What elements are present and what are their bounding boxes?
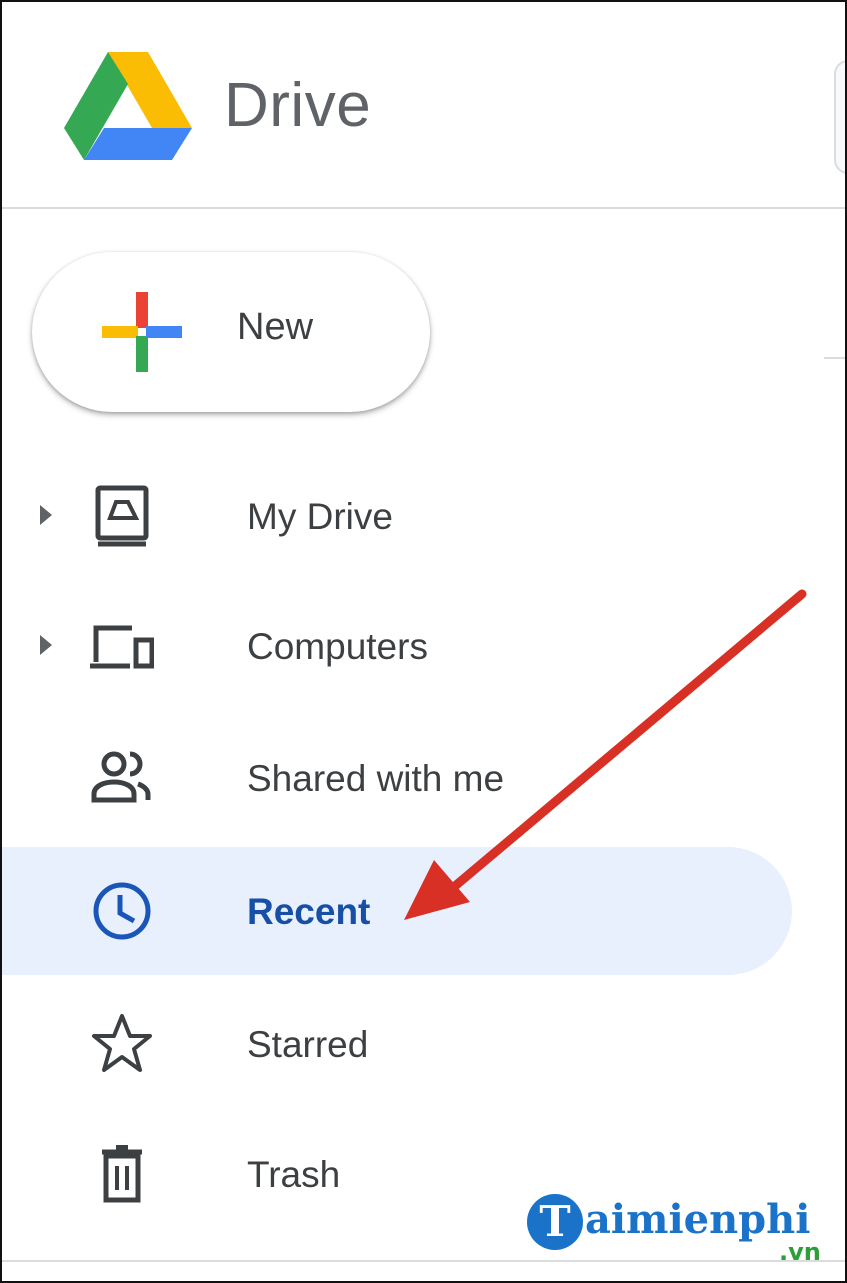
clock-icon [93, 882, 151, 940]
watermark-logo: T aimienphi .vn [527, 1192, 837, 1272]
sidebar-item-label: Recent [247, 891, 371, 932]
trash-icon [102, 1145, 142, 1203]
sidebar-item-my-drive[interactable]: My Drive [2, 452, 792, 580]
my-drive-icon [95, 485, 149, 547]
sidebar-item-label: Trash [247, 1154, 341, 1195]
new-button-label: New [237, 306, 314, 348]
expand-arrow-icon[interactable] [40, 505, 52, 525]
sidebar-item-label: My Drive [247, 496, 393, 537]
sidebar-item-shared-with-me[interactable]: Shared with me [2, 714, 792, 842]
colorful-plus-icon [102, 292, 182, 372]
new-button[interactable]: New [32, 252, 430, 412]
watermark-suffix: .vn [779, 1238, 821, 1266]
sidebar-item-starred[interactable]: Starred [2, 980, 792, 1108]
star-icon [92, 1014, 152, 1072]
google-drive-logo[interactable] [64, 52, 192, 160]
watermark-text: aimienphi [585, 1196, 811, 1243]
drive-sidebar-window: Drive New My Drive Computers Shared with… [0, 0, 847, 1283]
sidebar-item-recent[interactable]: Recent [2, 847, 792, 975]
shared-with-me-icon [91, 751, 151, 803]
sidebar-item-label: Computers [247, 626, 428, 667]
computers-icon [90, 625, 154, 669]
sidebar-item-label: Shared with me [247, 758, 505, 799]
app-title: Drive [224, 71, 372, 140]
app-header: Drive [2, 2, 845, 209]
expand-arrow-icon[interactable] [40, 635, 52, 655]
divider [824, 357, 845, 359]
watermark-initial: T [527, 1194, 583, 1250]
search-bar-edge[interactable] [834, 60, 845, 174]
sidebar-item-computers[interactable]: Computers [2, 582, 792, 710]
sidebar-item-label: Starred [247, 1024, 369, 1065]
